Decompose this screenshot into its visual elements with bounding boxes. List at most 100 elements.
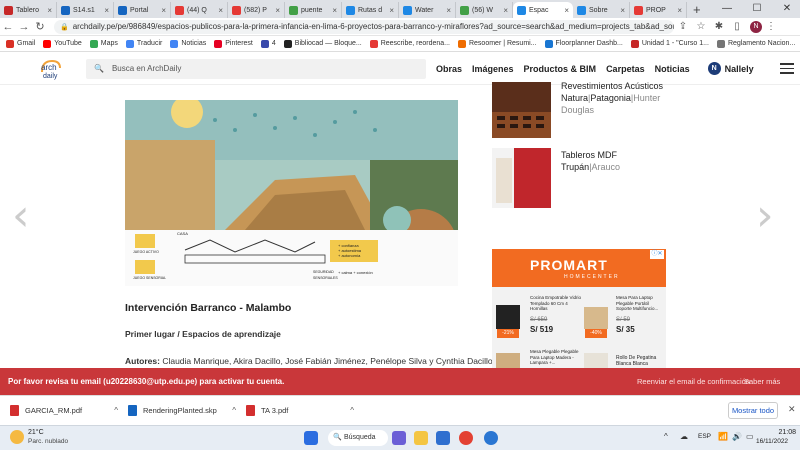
- tab-title: (582) P: [244, 6, 267, 14]
- tab-close-icon[interactable]: ×: [677, 6, 682, 15]
- product-text-2[interactable]: Tableros MDF Trupán|Arauco: [561, 149, 671, 173]
- share-icon[interactable]: ⇪: [674, 21, 692, 32]
- browser-tab[interactable]: S14.s1 ×: [57, 2, 114, 18]
- product-thumb-1[interactable]: [492, 82, 551, 138]
- tab-close-icon[interactable]: ×: [275, 6, 280, 15]
- tab-close-icon[interactable]: ×: [503, 6, 508, 15]
- address-bar: ← → ↻ 🔒 archdaily.pe/pe/986849/espacios-…: [0, 18, 800, 36]
- browser-tab[interactable]: Rutas d ×: [342, 2, 399, 18]
- browser-tab[interactable]: (582) P ×: [228, 2, 285, 18]
- browser-tab[interactable]: Tablero ×: [0, 2, 57, 18]
- tray-chevron-icon[interactable]: ^: [664, 432, 668, 441]
- chrome-icon[interactable]: [459, 431, 473, 445]
- browser-tab[interactable]: Sobre ×: [573, 2, 630, 18]
- volume-icon[interactable]: 🔊: [732, 432, 742, 441]
- bookmark-item[interactable]: YouTube: [43, 39, 82, 48]
- bookmark-item[interactable]: Maps: [89, 39, 118, 48]
- tab-close-icon[interactable]: ×: [389, 6, 394, 15]
- chevron-up-icon[interactable]: ^: [350, 406, 354, 415]
- minimize-icon[interactable]: —: [712, 0, 742, 18]
- file-explorer-icon[interactable]: [414, 431, 428, 445]
- bookmark-item[interactable]: Noticias: [170, 39, 206, 48]
- menu-dots-icon[interactable]: ⋮: [762, 21, 780, 32]
- tab-close-icon[interactable]: ×: [332, 6, 337, 15]
- lock-icon: 🔒: [60, 23, 69, 31]
- language-indicator[interactable]: ESP: [698, 433, 711, 440]
- file-icon: [128, 405, 137, 416]
- product-text-1[interactable]: Revestimientos Acústicos Natura|Patagoni…: [561, 80, 666, 116]
- site-nav-link[interactable]: Productos & BIM: [524, 64, 597, 74]
- battery-icon[interactable]: ▭: [746, 432, 754, 441]
- browser-tab[interactable]: (44) Q ×: [171, 2, 228, 18]
- bookmark-star-icon[interactable]: ☆: [692, 21, 710, 32]
- taskbar-search-label: Búsqueda: [344, 434, 376, 441]
- close-icon[interactable]: ✕: [772, 0, 800, 18]
- site-nav-link[interactable]: Imágenes: [472, 64, 514, 74]
- bookmark-item[interactable]: 4: [260, 39, 276, 48]
- tab-close-icon[interactable]: ×: [446, 6, 451, 15]
- bookmark-item[interactable]: Bibliocad — Bloque...: [283, 39, 362, 48]
- store-icon[interactable]: [436, 431, 450, 445]
- clock-time[interactable]: 21:08: [762, 429, 796, 436]
- authors-names: Claudia Manrique, Akira Dacillo, José Fa…: [162, 356, 493, 366]
- bookmark-item[interactable]: Gmail: [6, 39, 35, 48]
- site-nav-link[interactable]: Noticias: [655, 64, 690, 74]
- browser-tab[interactable]: Water ×: [399, 2, 456, 18]
- hamburger-menu-icon[interactable]: [779, 60, 794, 77]
- user-menu[interactable]: N Nallely: [707, 62, 754, 75]
- download-item[interactable]: GARCIA_RM.pdf ^: [0, 405, 118, 416]
- reload-icon[interactable]: ↻: [32, 20, 48, 33]
- bookmark-item[interactable]: Reglamento Nacion...: [716, 39, 795, 48]
- teams-icon[interactable]: [392, 431, 406, 445]
- bookmark-item[interactable]: Reescribe, reordena...: [369, 39, 450, 48]
- project-image[interactable]: CASA + confianza + autoestima + autonomí…: [125, 100, 458, 286]
- learn-more-link[interactable]: Saber más: [744, 377, 780, 386]
- bookmark-label: YouTube: [54, 40, 82, 47]
- download-item[interactable]: RenderingPlanted.skp ^: [118, 405, 236, 416]
- maximize-icon[interactable]: ☐: [742, 0, 772, 18]
- product-thumb-2[interactable]: [492, 148, 551, 208]
- ad-choices-icon[interactable]: ⓘ✕: [650, 250, 664, 259]
- back-icon[interactable]: ←: [0, 21, 16, 33]
- tab-close-icon[interactable]: ×: [161, 6, 166, 15]
- bookmark-item[interactable]: Floorplanner Dashb...: [544, 39, 623, 48]
- tab-close-icon[interactable]: ×: [104, 6, 109, 15]
- tab-close-icon[interactable]: ×: [620, 6, 625, 15]
- site-search-input[interactable]: 🔍 Busca en ArchDaily: [86, 58, 426, 79]
- browser-tab[interactable]: PROP ×: [630, 2, 687, 18]
- site-nav-link[interactable]: Obras: [436, 64, 462, 74]
- sidepanel-icon[interactable]: ▯: [728, 21, 746, 32]
- taskbar-search[interactable]: 🔍 Búsqueda: [328, 430, 388, 446]
- next-arrow-icon[interactable]: ›: [756, 190, 774, 241]
- new-tab-icon[interactable]: +: [687, 2, 707, 18]
- wifi-icon[interactable]: 📶: [718, 432, 728, 441]
- profile-avatar[interactable]: N: [750, 20, 762, 33]
- browser-tab[interactable]: Espac ×: [513, 2, 573, 18]
- browser-tab[interactable]: Portal ×: [114, 2, 171, 18]
- tab-close-icon[interactable]: ×: [218, 6, 223, 15]
- bookmark-item[interactable]: Unidad 1 - "Curso 1...: [630, 39, 709, 48]
- promart-ad[interactable]: PROMART HOMECENTER ⓘ✕ -21% Cocina Empotr…: [492, 249, 666, 369]
- onedrive-icon[interactable]: ☁: [680, 432, 688, 441]
- close-downloads-icon[interactable]: ✕: [788, 404, 796, 415]
- prev-arrow-icon[interactable]: ‹: [12, 190, 30, 241]
- windows-start-icon[interactable]: [304, 431, 318, 445]
- url-input[interactable]: 🔒 archdaily.pe/pe/986849/espacios-public…: [54, 19, 674, 34]
- site-nav-link[interactable]: Carpetas: [606, 64, 645, 74]
- bookmark-item[interactable]: Traducir: [125, 39, 162, 48]
- show-all-downloads-button[interactable]: Mostrar todo: [728, 402, 778, 419]
- tab-close-icon[interactable]: ×: [564, 6, 569, 15]
- browser-tab[interactable]: puente ×: [285, 2, 342, 18]
- resend-email-link[interactable]: Reenviar el email de confirmación: [637, 377, 750, 386]
- download-filename: RenderingPlanted.skp: [143, 406, 217, 415]
- bookmark-item[interactable]: Resoomer | Resumi...: [457, 39, 537, 48]
- bookmark-item[interactable]: Pinterest: [214, 39, 253, 48]
- archdaily-logo[interactable]: arch daily: [40, 58, 72, 80]
- forward-icon[interactable]: →: [16, 21, 32, 33]
- download-item[interactable]: TA 3.pdf ^: [236, 405, 354, 416]
- clock-date[interactable]: 16/11/2022: [756, 438, 788, 445]
- tab-close-icon[interactable]: ×: [47, 6, 52, 15]
- browser-tab[interactable]: (56) W ×: [456, 2, 513, 18]
- extensions-icon[interactable]: ✱: [710, 21, 728, 32]
- edge-icon[interactable]: [484, 431, 498, 445]
